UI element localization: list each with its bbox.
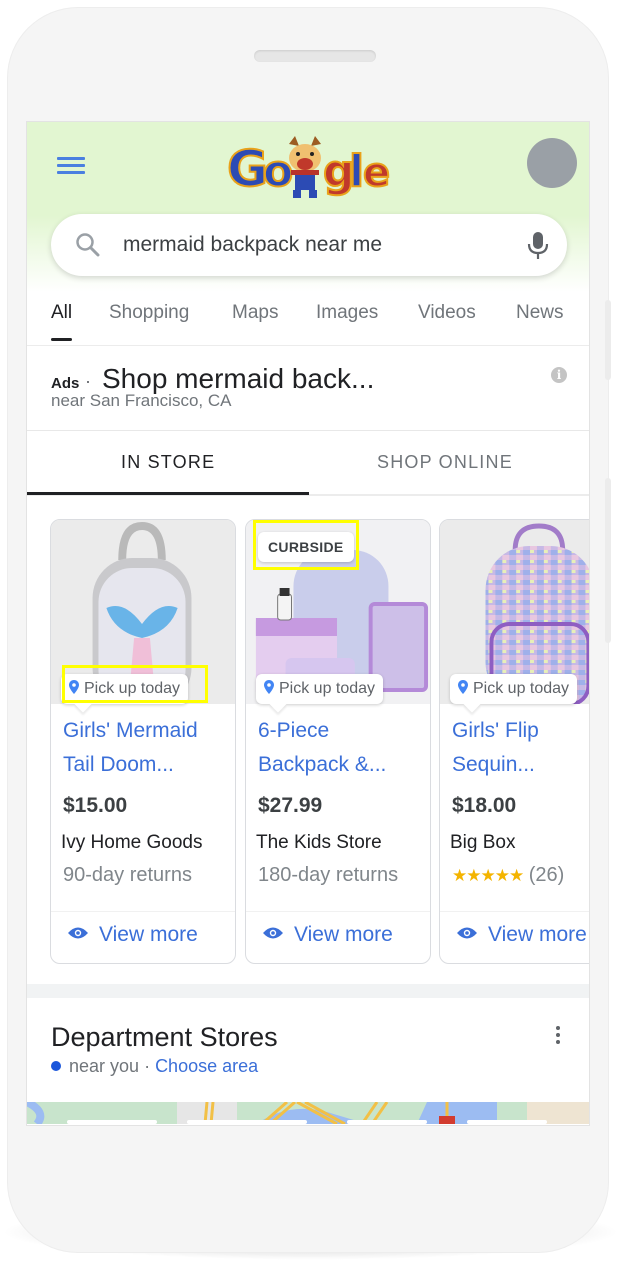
- product-title[interactable]: 6-Piece Backpack &...: [258, 714, 424, 782]
- product-title[interactable]: Girls' Flip Sequin...: [452, 714, 589, 782]
- product-store: The Kids Store: [256, 832, 382, 853]
- location-pin-icon: [69, 680, 79, 694]
- microphone-icon[interactable]: [527, 231, 549, 261]
- view-more-button[interactable]: View more: [456, 923, 587, 947]
- location-pin-icon: [458, 680, 468, 694]
- account-avatar[interactable]: [527, 138, 577, 188]
- tab-all[interactable]: All: [51, 302, 73, 341]
- card-divider: [51, 911, 235, 912]
- product-price: $18.00: [452, 794, 517, 817]
- pickup-badge: Pick up today: [450, 674, 578, 704]
- product-price: $27.99: [258, 794, 323, 817]
- near-you-label: near you: [69, 1056, 140, 1076]
- product-rating: ★★★★★ (26): [452, 864, 564, 887]
- eye-icon: [68, 927, 88, 939]
- pickup-badge-label: Pick up today: [279, 680, 376, 697]
- view-more-button[interactable]: View more: [262, 923, 393, 947]
- product-store: Ivy Home Goods: [61, 832, 203, 853]
- store-tabs: IN STORE SHOP ONLINE: [27, 432, 589, 496]
- svg-text:G: G: [227, 140, 268, 198]
- tab-in-store[interactable]: IN STORE: [121, 452, 215, 473]
- tab-videos[interactable]: Videos: [418, 302, 476, 324]
- tab-shopping[interactable]: Shopping: [109, 302, 189, 324]
- eye-icon: [457, 927, 477, 939]
- tab-maps[interactable]: Maps: [232, 302, 278, 324]
- product-price: $15.00: [63, 794, 128, 817]
- product-card[interactable]: Pick up today Girls' Mermaid Tail Doom..…: [50, 519, 236, 964]
- card-divider: [246, 911, 430, 912]
- review-count: (26): [528, 864, 565, 886]
- pickup-badge-label: Pick up today: [84, 680, 181, 697]
- tab-news[interactable]: News: [516, 302, 564, 324]
- search-box[interactable]: [51, 214, 567, 276]
- section-separator: [27, 984, 589, 998]
- info-icon[interactable]: i: [551, 367, 567, 383]
- svg-text:e: e: [363, 150, 390, 196]
- search-icon[interactable]: [75, 232, 101, 258]
- ads-label: Ads: [51, 375, 80, 392]
- svg-text:l: l: [349, 146, 364, 197]
- product-card[interactable]: CURBSIDE Pick up today 6-Piece Backpack …: [245, 519, 431, 964]
- location-dot-icon: [51, 1061, 61, 1071]
- active-tab-indicator: [27, 492, 309, 495]
- product-carousel[interactable]: Pick up today Girls' Mermaid Tail Doom..…: [27, 497, 589, 977]
- map-preview[interactable]: [27, 1102, 590, 1124]
- star-rating-icon: ★★★★★: [452, 866, 524, 885]
- ads-separator: ·: [85, 371, 91, 391]
- more-options-icon[interactable]: [555, 1026, 561, 1046]
- search-input[interactable]: [123, 226, 503, 264]
- view-more-button[interactable]: View more: [67, 923, 198, 947]
- choose-area-link[interactable]: Choose area: [155, 1056, 258, 1076]
- search-header: G o g l e: [27, 122, 589, 292]
- separator: ·: [139, 1056, 156, 1076]
- phone-screen: G o g l e mermaid backpack near me All S…: [26, 121, 590, 1126]
- product-returns: 90-day returns: [63, 864, 192, 886]
- pickup-badge-label: Pick up today: [473, 680, 570, 697]
- product-title[interactable]: Girls' Mermaid Tail Doom...: [63, 714, 229, 782]
- tab-images[interactable]: Images: [316, 302, 378, 324]
- pickup-badge: Pick up today: [61, 674, 189, 704]
- view-more-label: View more: [294, 923, 393, 946]
- view-more-label: View more: [99, 923, 198, 946]
- svg-text:o: o: [263, 146, 293, 197]
- phone-speaker: [254, 50, 376, 62]
- pickup-badge: Pick up today: [256, 674, 384, 704]
- section-title: Department Stores: [51, 1022, 278, 1052]
- ads-location: near San Francisco, CA: [51, 391, 232, 410]
- eye-icon: [263, 927, 283, 939]
- tab-shop-online[interactable]: SHOP ONLINE: [377, 452, 513, 473]
- curbside-badge: CURBSIDE: [258, 532, 354, 562]
- view-more-label: View more: [488, 923, 587, 946]
- google-doodle-logo[interactable]: G o g l e: [225, 134, 395, 204]
- location-pin-icon: [264, 680, 274, 694]
- search-tabs: All Shopping Maps Images Videos News: [27, 292, 589, 346]
- hamburger-menu-icon[interactable]: [57, 155, 85, 175]
- cat-mascot-icon: [289, 136, 321, 198]
- product-returns: 180-day returns: [258, 864, 399, 886]
- location-line: near you · Choose area: [51, 1056, 258, 1077]
- card-divider: [440, 911, 589, 912]
- phone-side-button: [605, 300, 611, 380]
- product-card[interactable]: Pick up today Girls' Flip Sequin... $18.…: [439, 519, 589, 964]
- phone-side-button: [605, 478, 611, 643]
- product-store: Big Box: [450, 832, 516, 853]
- department-stores-section: Department Stores near you · Choose area: [27, 998, 590, 1125]
- ads-heading: Ads · Shop mermaid back... near San Fran…: [27, 347, 589, 431]
